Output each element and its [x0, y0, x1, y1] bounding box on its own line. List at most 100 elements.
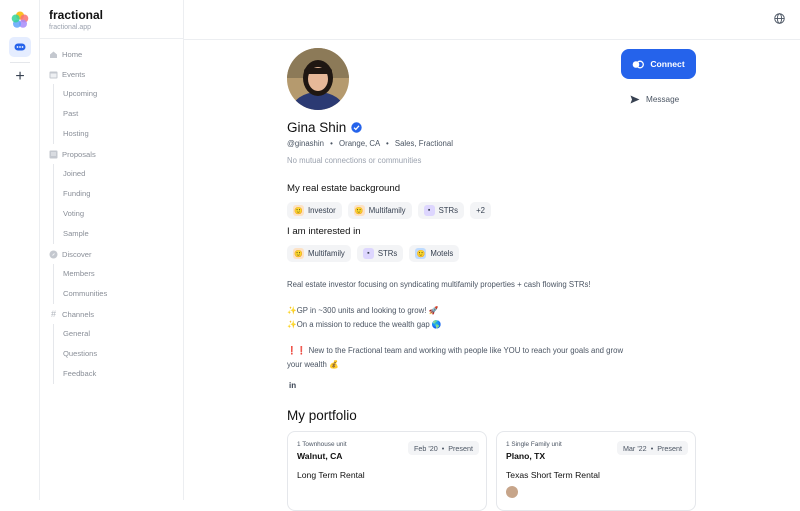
sidebar-item-feedback[interactable]: Feedback — [63, 368, 96, 380]
message-label: Message — [646, 94, 680, 104]
bio-line: ✨On a mission to reduce the wealth gap 🌎 — [287, 320, 442, 329]
card-end: Present — [657, 443, 682, 453]
portfolio-card[interactable]: 1 Single Family unit Plano, TX Mar '22 •… — [496, 431, 696, 511]
sidebar-item-communities[interactable]: Communities — [63, 288, 107, 300]
chip-label: STRs — [377, 249, 398, 258]
sidebar-item-upcoming[interactable]: Upcoming — [63, 88, 97, 100]
tree-line — [53, 324, 54, 384]
calendar-icon — [49, 70, 58, 79]
sidebar-item-questions[interactable]: Questions — [63, 348, 97, 360]
sidebar-item-members[interactable]: Members — [63, 268, 95, 280]
bio-line: Real estate investor focusing on syndica… — [287, 280, 591, 289]
profile-role: Sales, Fractional — [394, 139, 453, 148]
card-dates: Mar '22 • Present — [616, 441, 688, 455]
interest-chips: 🙂 Multifamily ▪ STRs 🙂 Motels — [287, 245, 460, 262]
chip-label: STRs — [438, 206, 459, 215]
card-city: Walnut, CA — [297, 451, 343, 461]
sidebar-item-label: Channels — [62, 309, 95, 319]
card-strategy: Long Term Rental — [297, 470, 365, 480]
date-separator: • — [650, 443, 654, 453]
card-units: 1 Single Family unit — [506, 441, 562, 448]
chip-strs[interactable]: ▪ STRs — [356, 245, 404, 262]
card-start: Mar '22 — [622, 443, 647, 453]
interests-title: I am interested in — [287, 226, 361, 237]
sidebar-item-funding[interactable]: Funding — [63, 188, 90, 200]
card-start: Feb '20 — [413, 443, 438, 453]
chip-multifamily[interactable]: 🙂 Multifamily — [287, 245, 351, 262]
mutual-connections: No mutual connections or communities — [287, 156, 422, 165]
meta-separator: • — [385, 139, 389, 148]
sidebar: fractional fractional.app Home Events Up… — [40, 0, 184, 500]
sidebar-item-label: Proposals — [62, 149, 96, 159]
chat-icon — [14, 43, 26, 51]
str-emoji-icon: ▪ — [423, 205, 435, 216]
multifamily-emoji-icon: 🙂 — [353, 205, 365, 216]
message-button[interactable]: Message — [630, 92, 679, 106]
bio-line: ❗❗ New to the Fractional team and workin… — [287, 346, 624, 355]
card-end: Present — [448, 443, 473, 453]
messages-rail-button[interactable] — [9, 37, 31, 57]
profile-location: Orange, CA — [339, 139, 380, 148]
document-icon — [49, 150, 58, 159]
profile-handle: @ginashin — [287, 139, 324, 148]
owner-avatar — [506, 486, 518, 498]
sidebar-item-voting[interactable]: Voting — [63, 208, 84, 220]
sidebar-item-past[interactable]: Past — [63, 108, 78, 120]
sidebar-item-joined[interactable]: Joined — [63, 168, 85, 180]
card-dates: Feb '20 • Present — [407, 441, 479, 455]
sidebar-item-label: Events — [62, 69, 86, 79]
home-icon — [49, 50, 58, 59]
rail-divider — [10, 62, 30, 63]
investor-emoji-icon: 🙂 — [293, 205, 304, 216]
connect-button[interactable]: Connect — [621, 49, 696, 79]
compass-icon — [49, 250, 58, 259]
sidebar-item-general[interactable]: General — [63, 328, 90, 340]
str-emoji-icon: ▪ — [362, 248, 374, 259]
date-separator: • — [441, 443, 445, 453]
chip-investor[interactable]: 🙂 Investor — [287, 202, 342, 219]
sidebar-item-sample[interactable]: Sample — [63, 228, 89, 240]
linkedin-icon[interactable]: in — [289, 381, 296, 390]
profile-content: Connect Message Gina Shin @ginashin • Or… — [184, 40, 800, 511]
portfolio-card[interactable]: 1 Townhouse unit Walnut, CA Feb '20 • Pr… — [287, 431, 487, 511]
globe-icon[interactable] — [774, 13, 785, 24]
app-logo-icon[interactable] — [11, 11, 29, 29]
tree-line — [53, 264, 54, 304]
profile-name-text: Gina Shin — [287, 120, 347, 135]
chip-multifamily[interactable]: 🙂 Multifamily — [347, 202, 412, 219]
add-icon[interactable]: + — [12, 69, 28, 85]
app-rail: + — [0, 0, 40, 500]
background-title: My real estate background — [287, 183, 401, 194]
sidebar-item-channels[interactable]: # Channels — [49, 307, 94, 321]
sidebar-item-label: Discover — [62, 249, 92, 259]
bio-line: your wealth 💰 — [287, 360, 339, 369]
avatar — [287, 48, 349, 110]
hash-icon: # — [50, 309, 56, 319]
profile-name: Gina Shin — [287, 120, 362, 135]
chip-label: Multifamily — [368, 206, 406, 215]
card-city: Plano, TX — [506, 451, 546, 461]
sidebar-item-proposals[interactable]: Proposals — [49, 147, 96, 161]
meta-separator: • — [330, 139, 333, 148]
verified-icon — [351, 122, 362, 133]
chip-label: Multifamily — [308, 249, 345, 258]
chip-more[interactable]: +2 — [470, 202, 491, 219]
bio-line: ✨GP in ~300 units and looking to grow! 🚀 — [287, 306, 439, 315]
connect-icon — [633, 60, 645, 68]
chip-strs[interactable]: ▪ STRs — [417, 202, 465, 219]
background-chips: 🙂 Investor 🙂 Multifamily ▪ STRs +2 — [287, 202, 491, 219]
chip-motels[interactable]: 🙂 Motels — [409, 245, 460, 262]
sidebar-item-discover[interactable]: Discover — [49, 247, 92, 261]
chip-label: Investor — [308, 206, 336, 215]
chip-label: Motels — [430, 249, 454, 258]
portfolio-title: My portfolio — [287, 408, 357, 423]
connect-label: Connect — [650, 59, 685, 69]
sidebar-item-events[interactable]: Events — [49, 67, 85, 81]
sidebar-item-home[interactable]: Home — [49, 47, 82, 61]
sidebar-item-label: Home — [62, 49, 83, 59]
sidebar-item-hosting[interactable]: Hosting — [63, 128, 89, 140]
chip-label: +2 — [476, 206, 485, 215]
send-icon — [630, 95, 640, 103]
app-url: fractional.app — [49, 24, 92, 31]
card-units: 1 Townhouse unit — [297, 441, 347, 448]
